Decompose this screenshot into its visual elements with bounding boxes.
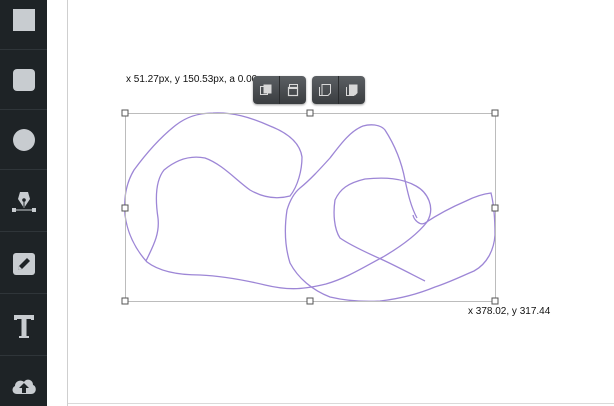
app-window: x 51.27px, y 150.53px, a 0.00 x 378.02, … — [0, 0, 614, 406]
bring-forward-button[interactable] — [253, 76, 280, 104]
position-readout: x 51.27px, y 150.53px, a 0.00 — [126, 74, 258, 85]
resize-handle-top-right[interactable] — [491, 109, 499, 117]
resize-handle-bottom-left[interactable] — [121, 297, 129, 305]
freehand-path[interactable] — [124, 112, 432, 290]
layer-forward-icon — [260, 84, 272, 95]
duplicate-button[interactable] — [312, 76, 339, 104]
resize-handle-bottom-center[interactable] — [306, 297, 314, 305]
layer-backward-icon — [287, 84, 299, 97]
resize-handle-top-center[interactable] — [306, 109, 314, 117]
copy-icon — [319, 84, 331, 96]
size-readout: x 378.02, y 317.44 — [468, 306, 551, 317]
clipboard-toolbar — [312, 76, 365, 104]
paste-button[interactable] — [339, 76, 365, 104]
resize-handle-middle-left[interactable] — [121, 204, 129, 212]
send-backward-button[interactable] — [280, 76, 306, 104]
drawing-layer — [121, 109, 499, 305]
freehand-path[interactable] — [284, 124, 496, 303]
paste-icon — [346, 84, 358, 96]
resize-handle-bottom-right[interactable] — [491, 297, 499, 305]
layer-order-toolbar — [253, 76, 306, 104]
resize-handle-middle-right[interactable] — [491, 204, 499, 212]
resize-handle-top-left[interactable] — [121, 109, 129, 117]
